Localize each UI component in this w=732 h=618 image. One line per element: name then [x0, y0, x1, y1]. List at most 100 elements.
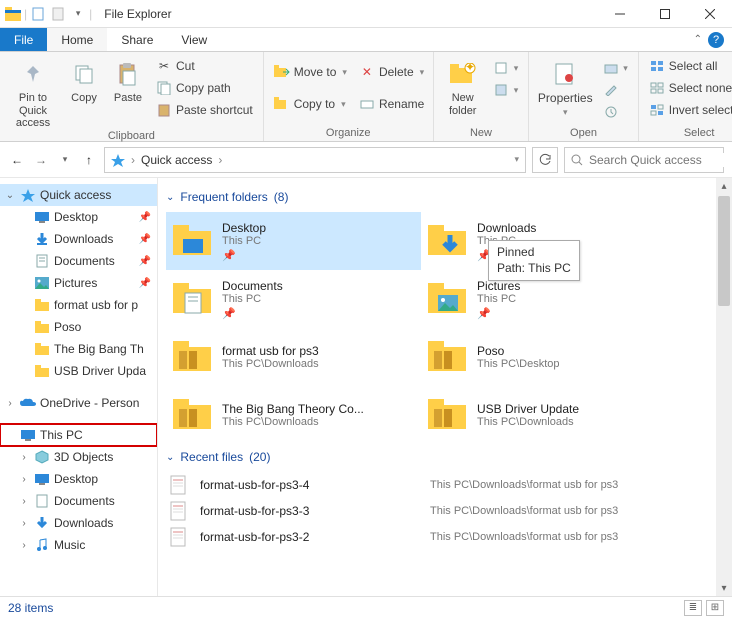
folder-tile[interactable]: format usb for ps3 This PC\Downloads: [166, 328, 421, 386]
rename-button[interactable]: Rename: [355, 94, 428, 114]
sidebar-item-label: Desktop: [54, 210, 135, 224]
search-input[interactable]: [589, 153, 732, 167]
view-details-button[interactable]: ≣: [684, 600, 702, 616]
sidebar-item-downloads[interactable]: Downloads📌: [0, 228, 157, 250]
folder-tile[interactable]: Desktop This PC 📌: [166, 212, 421, 270]
pin-to-quick-access-button[interactable]: Pin to Quick access: [6, 54, 60, 130]
chevron-right-icon[interactable]: ›: [4, 398, 16, 409]
sidebar-item-desktop[interactable]: Desktop📌: [0, 206, 157, 228]
delete-button[interactable]: ✕Delete▾: [355, 62, 428, 82]
back-button[interactable]: ←: [8, 151, 26, 169]
folder-tile[interactable]: The Big Bang Theory Co... This PC\Downlo…: [166, 386, 421, 444]
chevron-down-icon[interactable]: ⌄: [4, 190, 16, 201]
chevron-right-icon[interactable]: ›: [18, 452, 30, 463]
sidebar-item-3d-objects[interactable]: › 3D Objects: [0, 446, 157, 468]
folder-icon: [172, 221, 212, 261]
select-all-button[interactable]: Select all: [645, 56, 732, 76]
tab-file[interactable]: File: [0, 28, 47, 51]
folder-tile[interactable]: USB Driver Update This PC\Downloads: [421, 386, 676, 444]
folder-name: USB Driver Update: [477, 402, 579, 416]
sidebar-onedrive[interactable]: ›OneDrive - Person: [0, 392, 157, 414]
scroll-up-button[interactable]: ▴: [716, 178, 732, 194]
refresh-button[interactable]: [532, 147, 558, 173]
file-row[interactable]: format-usb-for-ps3-2 This PC\Downloads\f…: [166, 524, 710, 550]
address-bar[interactable]: › Quick access › ▾: [104, 147, 526, 173]
breadcrumb-sep-2[interactable]: ›: [218, 153, 222, 167]
scrollbar-thumb[interactable]: [718, 196, 730, 306]
invert-selection-button[interactable]: Invert selection: [645, 100, 732, 120]
chevron-right-icon[interactable]: ›: [18, 474, 30, 485]
search-box[interactable]: [564, 147, 724, 173]
chevron-down-icon: ⌄: [166, 452, 174, 463]
forward-button[interactable]: →: [32, 151, 50, 169]
chevron-right-icon[interactable]: ›: [18, 518, 30, 529]
pictures-icon: [34, 275, 50, 291]
sidebar-item-bigbang[interactable]: The Big Bang Th: [0, 338, 157, 360]
folder-tile[interactable]: Documents This PC 📌: [166, 270, 421, 328]
sidebar-item-pc-documents[interactable]: ›Documents: [0, 490, 157, 512]
sidebar-item-label: 3D Objects: [54, 450, 157, 464]
address-dropdown[interactable]: ▾: [514, 154, 519, 165]
maximize-button[interactable]: [642, 0, 687, 28]
move-to-button[interactable]: Move to▾: [270, 62, 351, 82]
file-row[interactable]: format-usb-for-ps3-4 This PC\Downloads\f…: [166, 472, 710, 498]
minimize-button[interactable]: [597, 0, 642, 28]
view-tiles-button[interactable]: ⊞: [706, 600, 724, 616]
sidebar-item-pc-downloads[interactable]: › Downloads: [0, 512, 157, 534]
vertical-scrollbar[interactable]: ▴ ▾: [716, 178, 732, 596]
sidebar-item-pc-desktop[interactable]: ›Desktop: [0, 468, 157, 490]
cut-button[interactable]: ✂Cut: [152, 56, 257, 76]
qat-item-1[interactable]: [29, 5, 47, 23]
help-icon[interactable]: ?: [708, 32, 724, 48]
select-none-button[interactable]: Select none: [645, 78, 732, 98]
paste-shortcut-button[interactable]: Paste shortcut: [152, 100, 257, 120]
sidebar-item-pictures[interactable]: Pictures📌: [0, 272, 157, 294]
sidebar-item-usb-driver[interactable]: USB Driver Upda: [0, 360, 157, 382]
folder-tile[interactable]: Poso This PC\Desktop: [421, 328, 676, 386]
copy-button[interactable]: Copy: [64, 54, 104, 105]
tab-home[interactable]: Home: [47, 28, 107, 51]
sidebar-item-pc-music[interactable]: ›Music: [0, 534, 157, 556]
new-folder-button[interactable]: ✦ New folder: [440, 54, 486, 117]
tab-view[interactable]: View: [167, 28, 221, 51]
scroll-down-button[interactable]: ▾: [716, 580, 732, 596]
group-organize: Move to▾ Copy to▾ ✕Delete▾ Rename Organi…: [264, 52, 434, 141]
folder-name: Documents: [222, 279, 283, 293]
folder-icon: [427, 279, 467, 319]
sidebar-this-pc[interactable]: This PC: [0, 424, 157, 446]
qat-divider: |: [24, 7, 27, 21]
file-row[interactable]: format-usb-for-ps3-3 This PC\Downloads\f…: [166, 498, 710, 524]
tab-share[interactable]: Share: [107, 28, 167, 51]
easy-access-button[interactable]: ▾: [490, 80, 523, 100]
section-recent-files[interactable]: ⌄ Recent files (20): [166, 450, 710, 464]
sidebar-item-label: Downloads: [54, 516, 157, 530]
folder-icon: [34, 297, 50, 313]
new-item-button[interactable]: ▾: [490, 58, 523, 78]
close-button[interactable]: [687, 0, 732, 28]
copy-path-button[interactable]: Copy path: [152, 78, 257, 98]
collapse-ribbon-icon[interactable]: ⌃: [694, 34, 702, 45]
downloads-icon: [34, 231, 50, 247]
sidebar-quick-access[interactable]: ⌄ Quick access: [0, 184, 157, 206]
recent-locations-button[interactable]: ▾: [56, 151, 74, 169]
sidebar-item-poso[interactable]: Poso: [0, 316, 157, 338]
chevron-down-icon: ⌄: [166, 192, 174, 203]
sidebar-item-format-usb[interactable]: format usb for p: [0, 294, 157, 316]
qat-item-2[interactable]: [49, 5, 67, 23]
history-button[interactable]: [599, 102, 632, 122]
sidebar-item-documents[interactable]: Documents📌: [0, 250, 157, 272]
paste-button[interactable]: Paste: [108, 54, 148, 105]
navigation-pane: ⌄ Quick access Desktop📌 Downloads📌 Docum…: [0, 178, 158, 596]
chevron-right-icon[interactable]: ›: [18, 496, 30, 507]
open-button[interactable]: ▾: [599, 58, 632, 78]
copy-to-button[interactable]: Copy to▾: [270, 94, 351, 114]
sidebar-item-label: The Big Bang Th: [54, 342, 157, 356]
up-button[interactable]: ↑: [80, 151, 98, 169]
qat-dropdown[interactable]: ▾: [69, 5, 87, 23]
chevron-right-icon[interactable]: ›: [18, 540, 30, 551]
edit-button[interactable]: [599, 80, 632, 100]
breadcrumb-root[interactable]: Quick access: [141, 153, 212, 167]
section-frequent-folders[interactable]: ⌄ Frequent folders (8): [166, 190, 710, 204]
properties-button[interactable]: Properties ▾: [535, 54, 595, 118]
folder-icon: [172, 337, 212, 377]
